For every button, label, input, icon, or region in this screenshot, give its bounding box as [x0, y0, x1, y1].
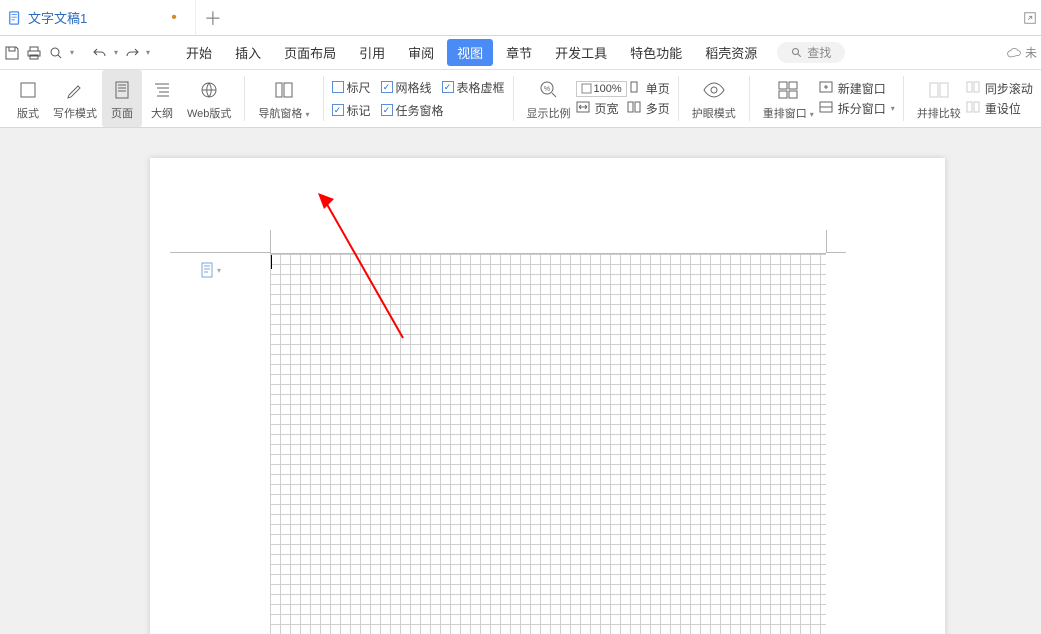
document-tab[interactable]: 文字文稿1 • [0, 0, 196, 35]
zoom-100-button[interactable]: 100% [576, 81, 627, 97]
write-mode-button[interactable]: 写作模式 [48, 70, 102, 127]
outline-button[interactable]: 大纲 [142, 70, 182, 127]
group-compare: 并排比较 同步滚动 重设位 [906, 70, 1039, 127]
reset-position-button: 重设位 [966, 100, 1033, 117]
marks-checkbox[interactable]: ✓标记 [332, 102, 371, 119]
preview-icon[interactable] [48, 45, 64, 61]
search-placeholder: 查找 [807, 44, 831, 61]
tab-devtools[interactable]: 开发工具 [545, 39, 617, 66]
cloud-icon [1006, 47, 1022, 59]
tab-view[interactable]: 视图 [447, 39, 493, 66]
undo-icon[interactable] [92, 45, 108, 61]
tab-insert[interactable]: 插入 [225, 39, 271, 66]
ribbon-tabs: 开始 插入 页面布局 引用 审阅 视图 章节 开发工具 特色功能 稻壳资源 [176, 39, 767, 66]
group-eyecare: 护眼模式 [681, 70, 747, 127]
top-bar: ▾ ▾ ▾ 开始 插入 页面布局 引用 审阅 视图 章节 开发工具 特色功能 稻… [0, 36, 1041, 70]
page-view-button[interactable]: 页面 [102, 70, 142, 127]
redo-icon[interactable] [124, 45, 140, 61]
group-nav: 导航窗格 ▾ [247, 70, 320, 127]
modified-indicator: • [93, 9, 177, 27]
popout-icon[interactable] [1023, 11, 1037, 25]
eyecare-button[interactable]: 护眼模式 [687, 70, 741, 127]
margin-guide [826, 230, 827, 253]
sync-scroll-button: 同步滚动 [966, 80, 1033, 97]
search-box[interactable]: 查找 [777, 42, 845, 63]
text-cursor [271, 255, 272, 269]
chevron-down-icon: ▾ [217, 266, 221, 275]
search-icon [791, 47, 803, 59]
ruler-checkbox[interactable]: 标尺 [332, 79, 371, 96]
group-show: 标尺 ✓网格线 ✓表格虚框 ✓标记 ✓任务窗格 [326, 70, 511, 127]
split-window-button[interactable]: 拆分窗口▾ [819, 100, 895, 117]
tab-reference[interactable]: 引用 [349, 39, 395, 66]
gridlines [270, 253, 826, 634]
quick-access-toolbar: ▾ ▾ ▾ [4, 45, 150, 61]
web-view-button[interactable]: Web版式 [182, 70, 236, 127]
paragraph-widget[interactable]: ▾ [200, 262, 221, 278]
gridlines-checkbox[interactable]: ✓网格线 [381, 79, 432, 96]
cloud-sync[interactable]: 未 [1006, 44, 1037, 61]
tab-start[interactable]: 开始 [176, 39, 222, 66]
tab-layout[interactable]: 页面布局 [274, 39, 346, 66]
task-pane-checkbox[interactable]: ✓任务窗格 [381, 102, 444, 119]
table-frame-checkbox[interactable]: ✓表格虚框 [442, 79, 505, 96]
page-width-button[interactable]: 页宽 [576, 100, 627, 117]
zoom-button[interactable]: % 显示比例 [522, 70, 576, 127]
paragraph-icon [200, 262, 214, 278]
group-window: 重排窗口 ▾ 新建窗口 拆分窗口▾ [752, 70, 901, 127]
new-tab-button[interactable]: ＋ [196, 0, 230, 35]
document-icon [8, 11, 22, 25]
side-by-side-button: 并排比较 [912, 70, 966, 127]
svg-text:%: % [543, 86, 549, 93]
view-mode-button[interactable]: 版式 [8, 70, 48, 127]
print-icon[interactable] [26, 45, 42, 61]
save-icon[interactable] [4, 45, 20, 61]
tab-review[interactable]: 审阅 [398, 39, 444, 66]
nav-pane-button[interactable]: 导航窗格 ▾ [253, 70, 314, 127]
ribbon: 版式 写作模式 页面 大纲 Web版式 导航窗格 ▾ 标尺 ✓网 [0, 70, 1041, 128]
tab-bar: 文字文稿1 • ＋ [0, 0, 1041, 36]
document-canvas[interactable]: ▾ [0, 128, 1041, 634]
margin-guide [826, 252, 846, 253]
tab-special[interactable]: 特色功能 [620, 39, 692, 66]
tab-chapter[interactable]: 章节 [496, 39, 542, 66]
tab-title: 文字文稿1 [28, 8, 87, 27]
tab-docer[interactable]: 稻壳资源 [695, 39, 767, 66]
group-zoom: % 显示比例 100% 页宽 单页 多页 [516, 70, 676, 127]
group-view-modes: 版式 写作模式 页面 大纲 Web版式 [2, 70, 242, 127]
new-window-button[interactable]: 新建窗口 [819, 80, 895, 97]
margin-guide [170, 252, 270, 253]
margin-guide [270, 230, 271, 253]
one-page-button[interactable]: 单页 [627, 80, 670, 97]
arrange-window-button[interactable]: 重排窗口 ▾ [758, 70, 819, 127]
multi-page-button[interactable]: 多页 [627, 100, 670, 117]
